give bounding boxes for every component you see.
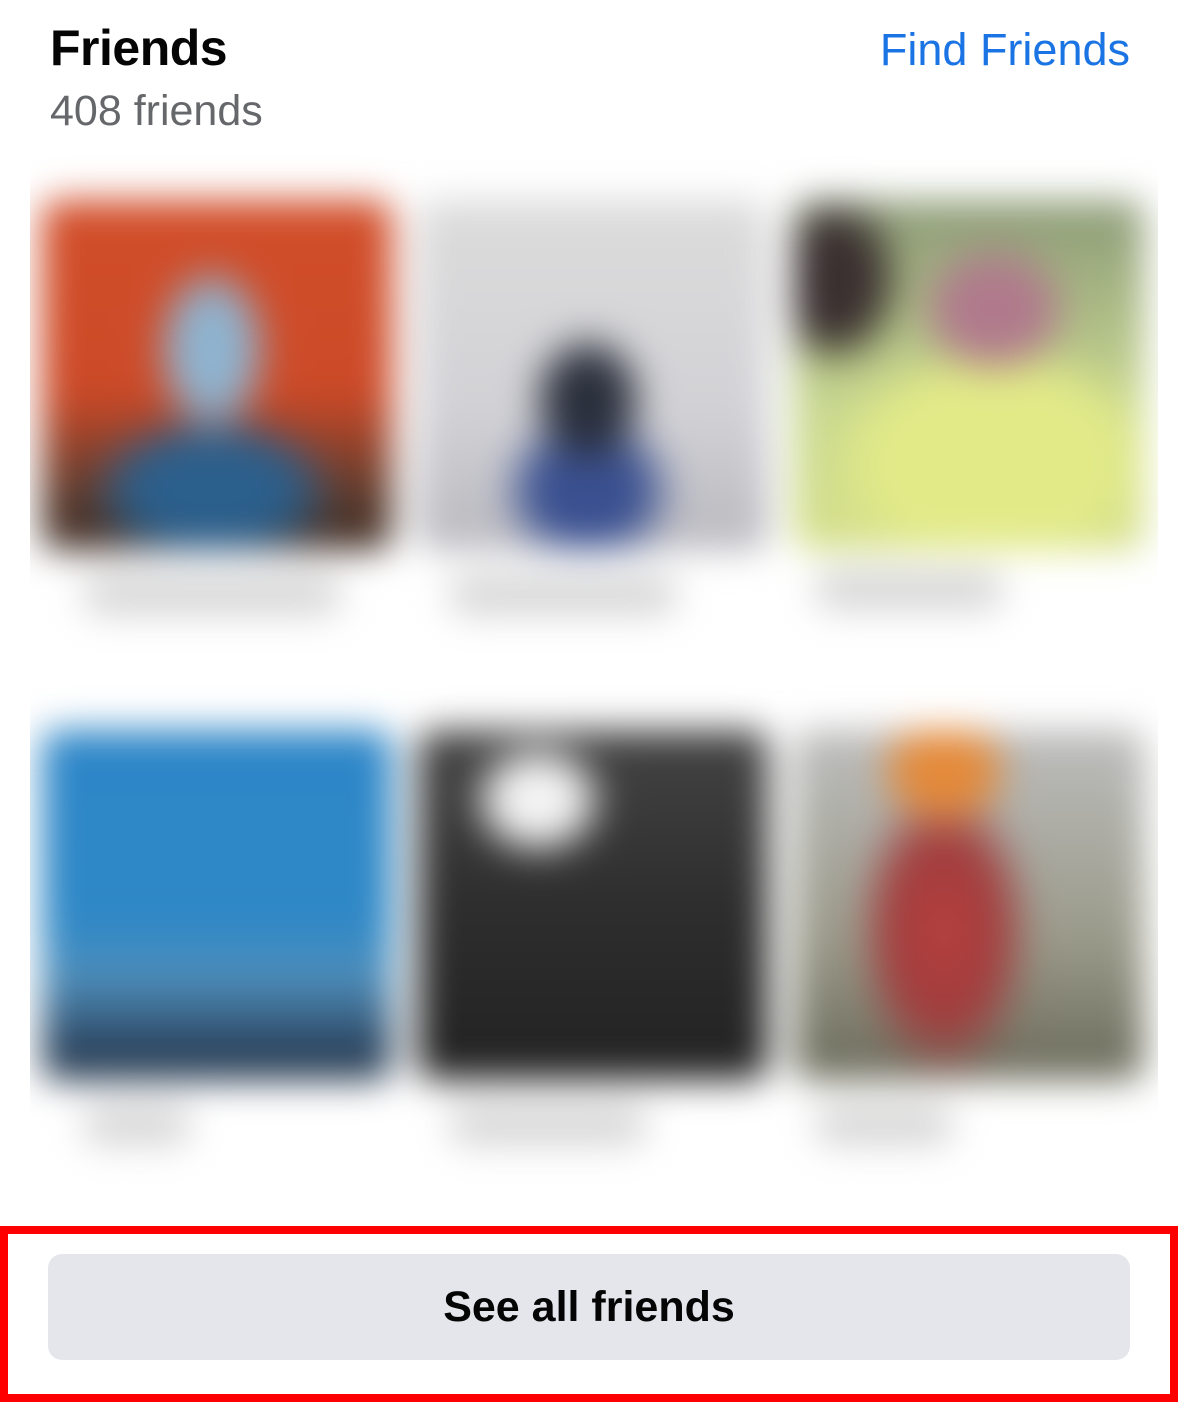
friend-count: 408 friends [50, 87, 263, 135]
see-all-friends-button[interactable]: See all friends [48, 1254, 1130, 1360]
friend-photo[interactable] [418, 730, 768, 1080]
friends-grid [30, 150, 1158, 1190]
friend-photo[interactable] [794, 730, 1144, 1080]
friend-name[interactable] [82, 1105, 192, 1145]
friend-name[interactable] [82, 575, 342, 615]
friend-name[interactable] [814, 1105, 954, 1145]
friend-name[interactable] [448, 575, 678, 615]
section-title: Friends [50, 20, 228, 76]
friend-photo[interactable] [42, 200, 392, 550]
friends-section: Friends 408 friends Find Friends See all… [0, 0, 1178, 1402]
friend-name[interactable] [814, 570, 1004, 610]
friend-photo[interactable] [794, 200, 1144, 550]
friend-photo[interactable] [42, 730, 392, 1080]
find-friends-link[interactable]: Find Friends [880, 22, 1130, 78]
friend-name[interactable] [448, 1105, 648, 1145]
friend-photo[interactable] [418, 200, 768, 550]
